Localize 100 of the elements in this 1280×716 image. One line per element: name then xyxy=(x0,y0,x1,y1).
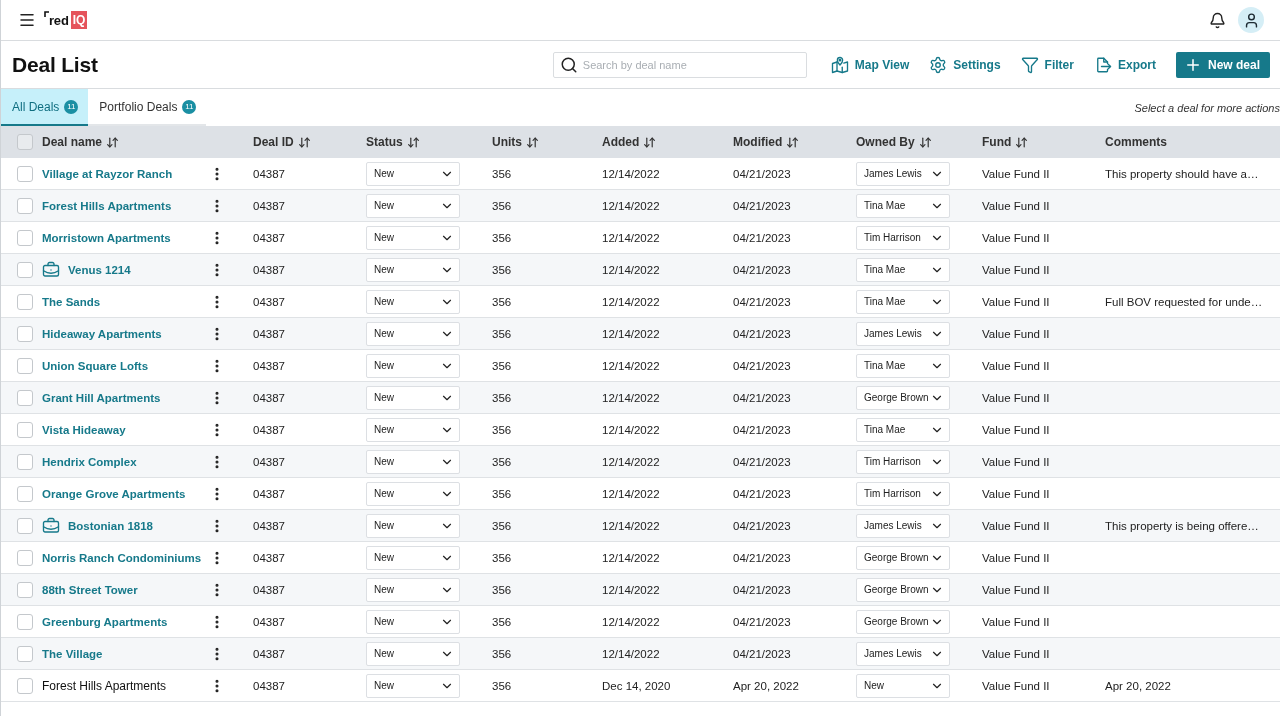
row-checkbox[interactable] xyxy=(17,453,33,470)
status-select[interactable]: New xyxy=(366,353,460,378)
table-cell: Value Fund II xyxy=(982,455,1050,468)
search-field[interactable]: Search by deal name xyxy=(552,51,807,78)
row-checkbox[interactable] xyxy=(17,677,33,694)
sort-icon xyxy=(106,135,120,149)
owner-select[interactable]: Tim Harrison xyxy=(856,481,950,506)
status-select[interactable]: New xyxy=(366,641,460,666)
owner-select[interactable]: George Brown xyxy=(856,545,950,570)
status-select[interactable]: New xyxy=(366,193,460,218)
owner-select[interactable]: Tina Mae xyxy=(856,289,950,314)
status-select[interactable]: New xyxy=(366,161,460,186)
deal-name-link[interactable]: Grant Hill Apartments xyxy=(42,391,161,404)
toolbar-button[interactable]: Map View xyxy=(830,55,910,74)
row-checkbox[interactable] xyxy=(17,261,33,278)
status-select[interactable]: New xyxy=(366,673,460,698)
owner-select[interactable]: Tim Harrison xyxy=(856,225,950,250)
owner-select[interactable]: George Brown xyxy=(856,577,950,602)
select-all-checkbox[interactable] xyxy=(17,134,33,150)
owner-select[interactable]: Tina Mae xyxy=(856,417,950,442)
owner-select[interactable]: New xyxy=(856,673,950,698)
row-checkbox[interactable] xyxy=(17,357,33,374)
column-header[interactable]: Units xyxy=(492,135,539,149)
column-header[interactable]: Deal ID xyxy=(253,135,311,149)
status-select[interactable]: New xyxy=(366,545,460,570)
row-checkbox[interactable] xyxy=(17,549,33,566)
toolbar-button[interactable]: Export xyxy=(1093,55,1156,74)
deal-name-text: Forest Hills Apartments xyxy=(42,678,167,693)
status-select[interactable]: New xyxy=(366,289,460,314)
status-select[interactable]: New xyxy=(366,449,460,474)
table-cell: Value Fund II xyxy=(982,327,1050,340)
status-select[interactable]: New xyxy=(366,385,460,410)
deal-name-link[interactable]: Norris Ranch Condominiums xyxy=(42,551,202,564)
table-cell: 04387 xyxy=(253,391,285,404)
column-header[interactable]: Fund xyxy=(982,135,1029,149)
column-header[interactable]: Modified xyxy=(733,135,800,149)
status-select[interactable]: New xyxy=(366,225,460,250)
table-cell: This property is being offere… xyxy=(1105,519,1259,532)
table-cell: 356 xyxy=(492,199,512,212)
notifications-bell-icon[interactable] xyxy=(1209,11,1226,29)
status-select[interactable]: New xyxy=(366,321,460,346)
toolbar-button[interactable]: Settings xyxy=(929,55,1001,74)
new-deal-button[interactable]: New deal xyxy=(1175,51,1270,78)
user-avatar-icon[interactable] xyxy=(1238,7,1264,33)
page-title: Deal List xyxy=(12,52,98,77)
row-checkbox[interactable] xyxy=(17,485,33,502)
row-checkbox[interactable] xyxy=(17,165,33,182)
deal-name-link[interactable]: Hideaway Apartments xyxy=(42,327,162,340)
deal-name-link[interactable]: Morristown Apartments xyxy=(42,231,171,244)
deal-name-link[interactable]: Village at Rayzor Ranch xyxy=(42,167,173,180)
row-checkbox[interactable] xyxy=(17,517,33,534)
owner-select[interactable]: Tina Mae xyxy=(856,257,950,282)
row-checkbox[interactable] xyxy=(17,421,33,438)
owner-select[interactable]: Tina Mae xyxy=(856,353,950,378)
owner-select[interactable]: George Brown xyxy=(856,385,950,410)
owner-select[interactable]: James Lewis xyxy=(856,513,950,538)
table-cell: 04387 xyxy=(253,327,285,340)
deal-name-link[interactable]: Bostonian 1818 xyxy=(68,519,153,532)
table-cell: 04387 xyxy=(253,551,285,564)
deal-name-link[interactable]: Forest Hills Apartments xyxy=(42,199,172,212)
row-checkbox[interactable] xyxy=(17,613,33,630)
row-checkbox[interactable] xyxy=(17,293,33,310)
status-select[interactable]: New xyxy=(366,513,460,538)
deal-name-link[interactable]: Union Square Lofts xyxy=(42,359,149,372)
row-checkbox[interactable] xyxy=(17,645,33,662)
row-checkbox[interactable] xyxy=(17,389,33,406)
status-select[interactable]: New xyxy=(366,257,460,282)
table-cell: 04/21/2023 xyxy=(733,615,791,628)
column-header[interactable]: Deal name xyxy=(42,135,120,149)
deal-name-link[interactable]: Greenburg Apartments xyxy=(42,615,168,628)
row-checkbox[interactable] xyxy=(17,197,33,214)
column-header[interactable]: Status xyxy=(366,135,420,149)
status-select[interactable]: New xyxy=(366,481,460,506)
owner-select[interactable]: James Lewis xyxy=(856,321,950,346)
status-select[interactable]: New xyxy=(366,609,460,634)
deal-name-link[interactable]: The Sands xyxy=(42,295,101,308)
deal-name-link[interactable]: The Village xyxy=(42,647,103,660)
row-checkbox[interactable] xyxy=(17,581,33,598)
column-header[interactable]: Owned By xyxy=(856,135,932,149)
table-cell: 04/21/2023 xyxy=(733,263,791,276)
row-checkbox[interactable] xyxy=(17,229,33,246)
owner-select[interactable]: James Lewis xyxy=(856,641,950,666)
deal-name-link[interactable]: 88th Street Tower xyxy=(42,583,138,596)
toolbar-button[interactable]: Filter xyxy=(1020,55,1074,74)
menu-icon[interactable] xyxy=(18,11,36,29)
tab[interactable]: All Deals 11 xyxy=(1,89,89,126)
status-select[interactable]: New xyxy=(366,417,460,442)
column-header[interactable]: Added xyxy=(602,135,657,149)
deal-name-link[interactable]: Venus 1214 xyxy=(68,263,131,276)
table-cell: 04/21/2023 xyxy=(733,583,791,596)
owner-select[interactable]: Tim Harrison xyxy=(856,449,950,474)
deal-name-link[interactable]: Vista Hideaway xyxy=(42,423,126,436)
owner-select[interactable]: George Brown xyxy=(856,609,950,634)
owner-select[interactable]: Tina Mae xyxy=(856,193,950,218)
deal-name-link[interactable]: Hendrix Complex xyxy=(42,455,137,468)
owner-select[interactable]: James Lewis xyxy=(856,161,950,186)
status-select[interactable]: New xyxy=(366,577,460,602)
deal-name-link[interactable]: Orange Grove Apartments xyxy=(42,487,186,500)
sort-icon xyxy=(526,135,539,149)
row-checkbox[interactable] xyxy=(17,325,33,342)
